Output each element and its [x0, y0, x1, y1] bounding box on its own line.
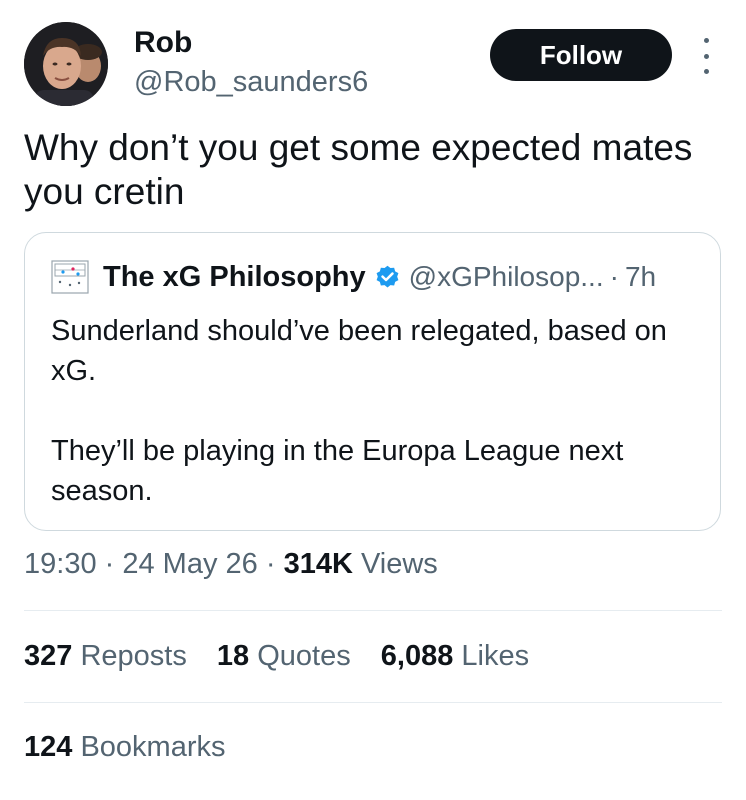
more-vertical-icon[interactable] — [694, 38, 718, 74]
quoted-author-handle[interactable]: @xGPhilosop... — [409, 261, 604, 293]
reposts-count: 327 — [24, 640, 73, 672]
divider — [24, 610, 722, 611]
more-dot — [703, 38, 709, 43]
bookmarks-count: 124 — [24, 731, 73, 763]
quoted-paragraph: Sunderland should’ve been relegated, bas… — [51, 315, 667, 387]
author-handle[interactable]: @Rob_saunders6 — [134, 66, 368, 99]
likes-label: Likes — [453, 640, 530, 672]
bookmarks-stat[interactable]: 124 Bookmarks — [24, 731, 226, 764]
divider — [24, 702, 722, 703]
avatar[interactable] — [24, 22, 108, 106]
more-dot — [703, 69, 709, 74]
reposts-stat[interactable]: 327 Reposts — [24, 640, 187, 672]
tweet-header: Rob @Rob_saunders6 Follow — [24, 18, 724, 108]
engagement-stats: 327 Reposts 18 Quotes 6,088 Likes — [24, 640, 551, 673]
verified-badge-icon — [376, 265, 399, 288]
quotes-count: 18 — [216, 640, 250, 672]
quoted-author-name[interactable]: The xG Philosophy — [103, 261, 366, 294]
likes-stat[interactable]: 6,088 Likes — [381, 640, 529, 672]
quoted-tweet-text: Sunderland should’ve been relegated, bas… — [51, 311, 701, 511]
separator-dot: · — [257, 548, 284, 580]
more-dot — [703, 53, 709, 59]
likes-count: 6,088 — [380, 640, 454, 672]
follow-button[interactable]: Follow — [490, 29, 672, 81]
separator-dot: · — [609, 261, 619, 292]
avatar-photo — [24, 22, 108, 106]
xg-philosophy-logo-icon[interactable] — [51, 260, 89, 294]
author-name[interactable]: Rob — [134, 26, 192, 60]
quoted-paragraph: They’ll be playing in the Europa League … — [51, 435, 624, 507]
tweet-text: Why don’t you get some expected mates yo… — [24, 127, 693, 212]
quoted-tweet-time[interactable]: 7h — [625, 261, 656, 293]
quoted-tweet-header: The xG Philosophy @xGPhilosop... · 7h — [51, 257, 656, 297]
quotes-label: Quotes — [249, 640, 351, 672]
separator-dot: · — [96, 548, 123, 580]
quotes-stat[interactable]: 18 Quotes — [217, 640, 351, 672]
bookmarks-label: Bookmarks — [72, 731, 226, 763]
quoted-tweet-card[interactable]: The xG Philosophy @xGPhilosop... · 7h Su… — [24, 232, 721, 531]
reposts-label: Reposts — [72, 640, 187, 672]
tweet-meta: 19:30 · 24 May 26 · 314K Views — [24, 548, 438, 581]
tweet-time[interactable]: 19:30 — [24, 548, 97, 580]
views-count: 314K — [283, 548, 353, 580]
views-label: Views — [352, 548, 438, 580]
tweet-date[interactable]: 24 May 26 — [122, 548, 257, 580]
